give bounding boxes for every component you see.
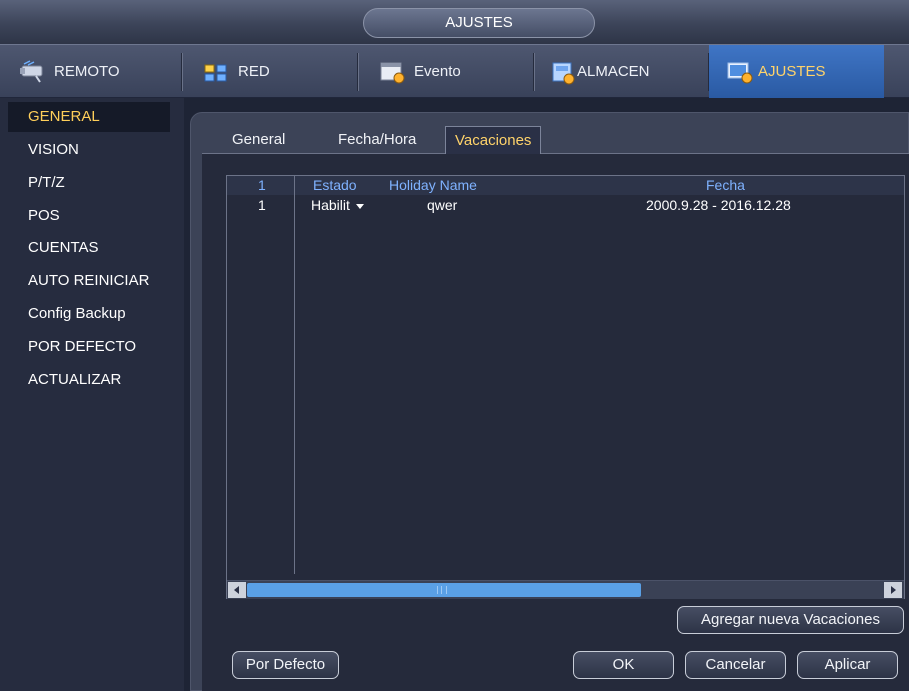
sidebar-item-general[interactable]: GENERAL	[8, 102, 170, 132]
camera-icon	[18, 59, 48, 85]
holiday-name-cell: qwer	[427, 197, 458, 213]
holiday-table: 1 Estado Holiday Name Fecha 1 Habilit qw…	[226, 175, 905, 599]
chevron-down-icon	[355, 203, 364, 209]
tab-evento-label: Evento	[414, 63, 461, 80]
tab-remoto-label: REMOTO	[54, 63, 120, 80]
horizontal-scrollbar[interactable]	[227, 580, 904, 599]
ok-button[interactable]: OK	[573, 651, 674, 679]
tab-divider	[533, 53, 535, 91]
tab-red[interactable]: RED	[202, 45, 342, 98]
arrow-right-icon	[891, 586, 896, 594]
header-estado[interactable]: Estado	[313, 176, 357, 195]
table-header: 1 Estado Holiday Name Fecha	[227, 176, 904, 195]
window-title: AJUSTES	[363, 8, 595, 38]
header-fecha[interactable]: Fecha	[706, 176, 745, 195]
default-button[interactable]: Por Defecto	[232, 651, 339, 679]
scroll-left-button[interactable]	[228, 582, 246, 598]
tab-general[interactable]: General	[232, 126, 285, 154]
storage-icon	[551, 59, 575, 85]
tab-remoto[interactable]: REMOTO	[18, 45, 168, 98]
tab-fecha-hora[interactable]: Fecha/Hora	[338, 126, 416, 154]
event-icon	[378, 59, 408, 85]
header-index: 1	[258, 177, 266, 193]
row-index: 1	[258, 197, 266, 213]
sidebar-item-ptz[interactable]: P/T/Z	[8, 168, 170, 198]
fecha-cell: 2000.9.28 - 2016.12.28	[646, 197, 791, 213]
network-icon	[202, 59, 232, 85]
cancel-button[interactable]: Cancelar	[685, 651, 786, 679]
sidebar-item-cuentas[interactable]: CUENTAS	[8, 233, 170, 263]
subtab-underline	[202, 153, 909, 154]
tab-ajustes[interactable]: AJUSTES	[709, 45, 884, 98]
sidebar-item-actualizar[interactable]: ACTUALIZAR	[8, 365, 170, 395]
grip-icon	[437, 586, 447, 594]
tab-vacaciones[interactable]: Vacaciones	[445, 126, 542, 154]
add-holiday-button[interactable]: Agregar nueva Vacaciones	[677, 606, 904, 634]
tab-evento[interactable]: Evento	[378, 45, 528, 98]
sidebar-item-por-defecto[interactable]: POR DEFECTO	[8, 332, 170, 362]
estado-value: Habilit	[311, 197, 350, 213]
main-tab-bar: REMOTO RED Evento ALMACEN AJUSTES	[0, 44, 909, 98]
tab-divider	[181, 53, 183, 91]
arrow-left-icon	[234, 586, 239, 594]
tab-red-label: RED	[238, 63, 270, 80]
sidebar-item-auto-reiniciar[interactable]: AUTO REINICIAR	[8, 266, 170, 296]
tab-almacen-label: ALMACEN	[577, 63, 650, 80]
tab-almacen[interactable]: ALMACEN	[551, 45, 701, 98]
column-divider	[294, 176, 295, 574]
tab-divider	[357, 53, 359, 91]
sidebar-item-config-backup[interactable]: Config Backup	[8, 299, 170, 329]
sidebar-item-pos[interactable]: POS	[8, 201, 170, 231]
apply-button[interactable]: Aplicar	[797, 651, 898, 679]
scroll-thumb[interactable]	[247, 583, 641, 597]
header-holiday-name[interactable]: Holiday Name	[389, 176, 477, 195]
scroll-right-button[interactable]	[884, 582, 902, 598]
tab-ajustes-label: AJUSTES	[758, 63, 826, 80]
sidebar-item-vision[interactable]: VISION	[8, 135, 170, 165]
settings-icon	[726, 59, 754, 85]
estado-dropdown[interactable]: Habilit	[311, 195, 364, 215]
sidebar: GENERAL VISION P/T/Z POS CUENTAS AUTO RE…	[0, 98, 184, 691]
title-bar: AJUSTES	[0, 0, 909, 44]
